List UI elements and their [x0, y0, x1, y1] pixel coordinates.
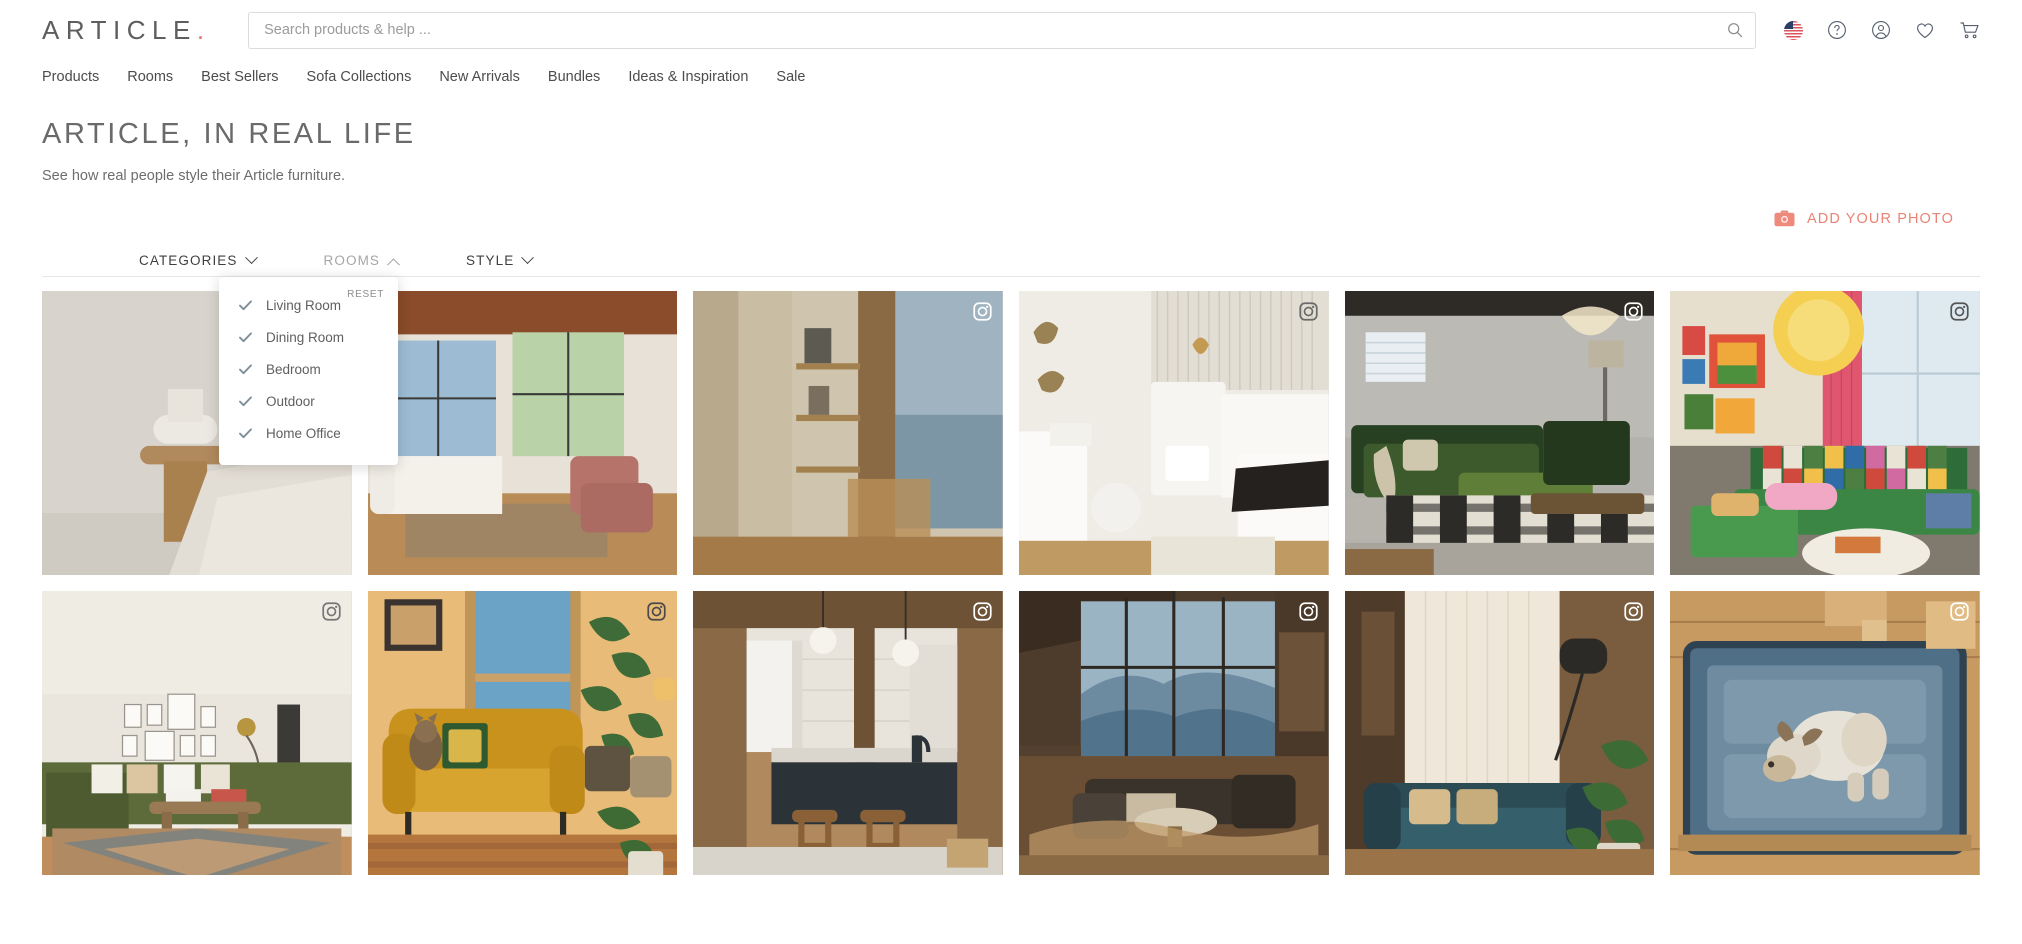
page-title: ARTICLE, IN REAL LIFE	[42, 118, 416, 150]
nav-item-rooms[interactable]: Rooms	[127, 69, 173, 85]
instagram-icon[interactable]	[1624, 302, 1643, 321]
instagram-icon[interactable]	[1950, 302, 1969, 321]
logo-text: ARTICLE	[42, 14, 197, 45]
add-photo-label: ADD YOUR PHOTO	[1807, 210, 1954, 227]
filter-area: CATEGORIES ROOMS STYLE RESET Living Room…	[0, 245, 2022, 465]
flag-icon[interactable]	[1782, 19, 1804, 41]
nav-item-new-arrivals[interactable]: New Arrivals	[439, 69, 520, 85]
search-container	[248, 11, 1756, 49]
chevron-down-icon	[521, 251, 535, 265]
filter-button-rooms[interactable]: ROOMS	[323, 253, 400, 272]
primary-nav: Products Rooms Best Sellers Sofa Collect…	[0, 60, 2022, 94]
rooms-option-label: Bedroom	[266, 361, 321, 377]
photo-shelf-plants-window	[693, 291, 1003, 575]
chevron-down-icon	[244, 251, 258, 265]
add-your-photo-button[interactable]: ADD YOUR PHOTO	[1774, 210, 1980, 227]
gallery-tile[interactable]	[1018, 591, 1329, 875]
photo-teal-sofa-plants	[1344, 591, 1655, 875]
instagram-icon[interactable]	[1624, 602, 1643, 621]
page-header-block: ARTICLE, IN REAL LIFE See how real peopl…	[0, 94, 2022, 184]
header-icon-group	[1782, 19, 1980, 41]
filter-style-label: STYLE	[466, 253, 515, 268]
page-subtitle: See how real people style their Article …	[42, 168, 346, 184]
nav-item-sofa-collections[interactable]: Sofa Collections	[307, 69, 412, 85]
rooms-option-label: Dining Room	[266, 329, 345, 345]
search-input[interactable]	[248, 11, 1756, 49]
instagram-icon[interactable]	[647, 602, 666, 621]
add-photo-row: ADD YOUR PHOTO	[0, 210, 2022, 227]
help-circle-glyph	[1828, 21, 1846, 39]
instagram-icon[interactable]	[1299, 602, 1318, 621]
rooms-option-outdoor[interactable]: Outdoor	[219, 385, 398, 417]
photo-olive-sectional-gallery-wall	[42, 591, 352, 875]
filter-categories-label: CATEGORIES	[139, 253, 238, 268]
photo-mustard-armchair-cat	[367, 591, 678, 875]
instagram-icon[interactable]	[1950, 602, 1969, 621]
gallery-tile[interactable]	[1344, 291, 1655, 575]
gallery-tile[interactable]	[367, 291, 678, 575]
nav-item-bundles[interactable]: Bundles	[548, 69, 600, 85]
nav-item-sale[interactable]: Sale	[776, 69, 805, 85]
gallery-tile[interactable]	[693, 291, 1003, 575]
rooms-filter-dropdown: RESET Living Room Dining Room Bedroom Ou…	[219, 277, 398, 465]
nav-item-best-sellers[interactable]: Best Sellers	[201, 69, 278, 85]
check-icon	[239, 363, 252, 376]
photo-dog-on-blue-sofa	[1670, 591, 1980, 875]
filter-button-categories[interactable]: CATEGORIES	[139, 251, 258, 268]
camera-icon	[1774, 210, 1795, 227]
check-icon	[239, 395, 252, 408]
filter-rooms-label: ROOMS	[323, 253, 381, 268]
rooms-option-label: Living Room	[266, 297, 342, 313]
instagram-icon[interactable]	[322, 602, 341, 621]
check-icon	[239, 427, 252, 440]
heart-glyph	[1917, 22, 1933, 38]
site-logo[interactable]: ARTICLE.	[42, 15, 204, 46]
rooms-option-dining-room[interactable]: Dining Room	[219, 321, 398, 353]
photo-white-sofa-pink-chairs	[367, 291, 678, 575]
help-icon[interactable]	[1826, 19, 1848, 41]
instagram-icon[interactable]	[973, 302, 992, 321]
user-circle-glyph	[1872, 21, 1890, 39]
rooms-option-bedroom[interactable]: Bedroom	[219, 353, 398, 385]
gallery-tile[interactable]	[42, 591, 352, 875]
chevron-up-icon	[387, 258, 400, 272]
photo-cabin-large-windows	[1018, 591, 1329, 875]
shopping-cart-glyph	[1959, 22, 1979, 39]
gallery-tile[interactable]	[1670, 291, 1980, 575]
gallery-tile[interactable]	[693, 591, 1003, 875]
us-flag-glyph	[1783, 20, 1803, 40]
wishlist-icon[interactable]	[1914, 19, 1936, 41]
photo-white-bedroom-slat-wall	[1018, 291, 1329, 575]
search-icon	[1728, 23, 1743, 38]
photo-colorful-green-sofa	[1670, 291, 1980, 575]
nav-item-products[interactable]: Products	[42, 69, 99, 85]
cart-icon[interactable]	[1958, 19, 1980, 41]
rooms-option-label: Outdoor	[266, 393, 315, 409]
filter-button-style[interactable]: STYLE	[466, 251, 535, 268]
rooms-option-label: Home Office	[266, 425, 341, 441]
nav-item-ideas-inspiration[interactable]: Ideas & Inspiration	[628, 69, 748, 85]
gallery-tile[interactable]	[1018, 291, 1329, 575]
instagram-icon[interactable]	[1299, 302, 1318, 321]
photo-green-velvet-sectional	[1344, 291, 1655, 575]
rooms-option-home-office[interactable]: Home Office	[219, 417, 398, 449]
check-icon	[239, 331, 252, 344]
check-icon	[239, 299, 252, 312]
gallery-tile[interactable]	[1344, 591, 1655, 875]
photo-wood-kitchen-stools	[693, 591, 1003, 875]
instagram-icon[interactable]	[973, 602, 992, 621]
gallery-tile[interactable]	[1670, 591, 1980, 875]
gallery-tile[interactable]	[367, 591, 678, 875]
logo-dot: .	[196, 14, 205, 45]
filter-bar: CATEGORIES ROOMS STYLE	[42, 245, 1980, 277]
account-icon[interactable]	[1870, 19, 1892, 41]
search-submit-button[interactable]	[1722, 17, 1748, 43]
site-header: ARTICLE.	[0, 0, 2022, 60]
reset-filters-link[interactable]: RESET	[347, 289, 384, 300]
